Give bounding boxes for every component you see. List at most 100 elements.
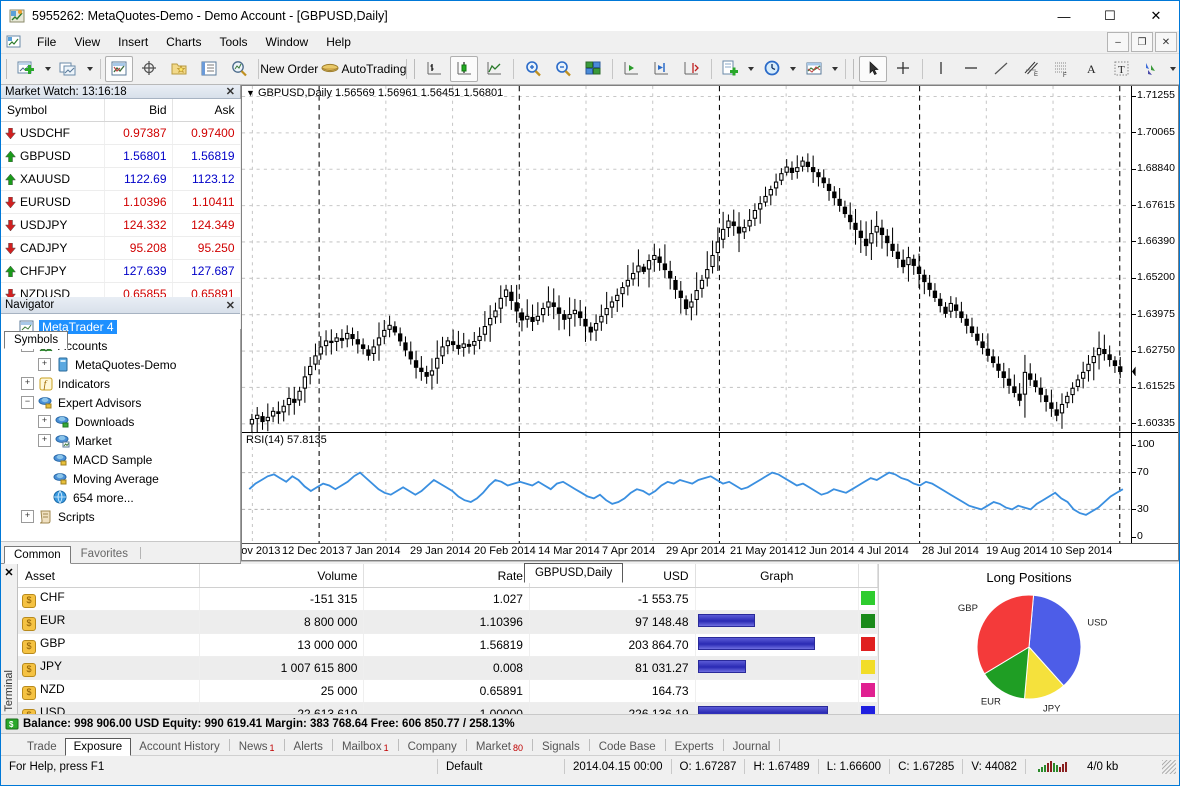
mdi-minimize-button[interactable]: – [1107,32,1129,52]
menu-item-charts[interactable]: Charts [157,32,210,52]
exposure-row[interactable]: $GBP13 000 0001.56819203 864.70 [18,634,878,657]
new-chart-dropdown-caret[interactable] [45,67,51,71]
navigator-tree-item[interactable]: Moving Average [4,469,240,488]
new-chart-icon[interactable] [13,56,41,82]
tab-common[interactable]: Common [4,546,71,564]
market-watch-row[interactable]: CADJPY95.20895.250 [1,237,240,260]
bar-chart-icon[interactable] [420,56,448,82]
menu-item-help[interactable]: Help [317,32,360,52]
expert-advisor-icon[interactable] [317,56,345,82]
navigator-tree-item[interactable]: +Downloads [4,412,240,431]
text-label-icon[interactable]: A [1078,56,1106,82]
market-watch-icon[interactable] [225,56,253,82]
cursor-icon[interactable] [859,56,887,82]
market-watch-row[interactable]: XAUUSD1122.691123.12 [1,168,240,191]
equidistant-channel-icon[interactable]: E [1018,56,1046,82]
terminal-tab-alerts[interactable]: Alerts [286,739,331,755]
navigator-tree-item[interactable]: +Market [4,431,240,450]
chart-date-axis[interactable]: 20 Nov 201312 Dec 20137 Jan 201429 Jan 2… [242,543,1178,560]
window-minimize-button[interactable]: — [1041,1,1087,31]
terminal-tab-exposure[interactable]: Exposure [65,738,132,756]
text-icon[interactable]: T [1108,56,1136,82]
zoom-in-icon[interactable] [519,56,547,82]
market-watch-symbol[interactable]: USDJPY [1,214,104,237]
market-watch-symbol[interactable]: XAUUSD [1,168,104,191]
exposure-col-rate[interactable]: Rate [364,564,530,588]
exposure-row[interactable]: $EUR8 800 0001.1039697 148.48 [18,611,878,634]
tree-expander-plus-icon[interactable]: + [21,510,34,523]
market-watch-close-icon[interactable]: ✕ [226,85,235,98]
connection-signal-icon[interactable] [1026,759,1079,774]
exposure-col-graph[interactable]: Graph [695,564,858,588]
shift-end-icon[interactable] [648,56,676,82]
indicators-icon[interactable] [800,56,828,82]
menu-item-file[interactable]: File [28,32,65,52]
tile-windows-icon[interactable] [579,56,607,82]
open-chart-dropdown-caret[interactable] [87,67,93,71]
templates-dropdown-caret[interactable] [748,67,754,71]
exposure-row[interactable]: $USD22 613 6191.00000226 136.19 [18,703,878,715]
menu-item-view[interactable]: View [65,32,109,52]
market-watch-symbol[interactable]: USDCHF [1,122,104,145]
terminal-close-icon[interactable]: ✕ [1,566,17,579]
market-watch-row[interactable]: GBPUSD1.568011.56819 [1,145,240,168]
mdi-restore-button[interactable]: ❐ [1131,32,1153,52]
open-chart-icon[interactable] [55,56,83,82]
chart-window[interactable]: ▼ GBPUSD,Daily 1.56569 1.56961 1.56451 1… [241,85,1179,561]
terminal-tab-mailbox[interactable]: Mailbox1 [334,739,397,755]
arrows-dropdown-caret[interactable] [1170,67,1176,71]
market-watch-row[interactable]: USDJPY124.332124.349 [1,214,240,237]
crosshair-target-icon[interactable] [135,56,163,82]
timeframes-icon[interactable] [758,56,786,82]
terminal-tab-journal[interactable]: Journal [725,739,779,755]
market-watch-symbol[interactable]: GBPUSD [1,145,104,168]
menu-item-tools[interactable]: Tools [211,32,257,52]
autotrading-button[interactable]: AutoTrading [347,56,402,82]
tree-expander-plus-icon[interactable]: + [38,415,51,428]
terminal-tab-signals[interactable]: Signals [534,739,588,755]
timeframes-dropdown-caret[interactable] [790,67,796,71]
price-chart-canvas[interactable] [242,86,1178,432]
window-close-button[interactable]: ✕ [1133,1,1179,31]
chart-collapse-caret[interactable]: ▼ [246,88,255,98]
tree-expander-plus-icon[interactable]: + [21,377,34,390]
terminal-tab-market[interactable]: Market80 [468,739,531,755]
resize-grip[interactable] [1162,760,1176,774]
toolbar-grip-3[interactable] [853,59,856,79]
terminal-tab-trade[interactable]: Trade [19,739,65,755]
navigator-tree-item[interactable]: +MetaQuotes-Demo [4,355,240,374]
vertical-line-icon[interactable] [928,56,956,82]
exposure-col-asset[interactable]: Asset [18,564,199,588]
navigator-tree-item[interactable]: 654 more... [4,488,240,507]
chart-tab-gbpusd-daily[interactable]: GBPUSD,Daily [524,563,623,583]
tab-favorites[interactable]: Favorites [71,545,138,563]
mdi-close-button[interactable]: ✕ [1155,32,1177,52]
exposure-col-volume[interactable]: Volume [199,564,364,588]
mw-col-bid[interactable]: Bid [104,99,172,122]
terminal-tab-news[interactable]: News1 [231,739,283,755]
navigator-tree-item[interactable]: MACD Sample [4,450,240,469]
rsi-indicator-subchart[interactable]: RSI(14) 57.8135 10070300 [242,432,1178,543]
mw-col-symbol[interactable]: Symbol [1,99,104,122]
status-profile[interactable]: Default [438,759,565,774]
indicators-dropdown-caret[interactable] [832,67,838,71]
market-watch-row[interactable]: CHFJPY127.639127.687 [1,260,240,283]
candlestick-chart-icon[interactable] [450,56,478,82]
tab-symbols[interactable]: Symbols [4,331,68,349]
terminal-tab-experts[interactable]: Experts [667,739,722,755]
data-window-icon[interactable] [195,56,223,82]
market-watch-row[interactable]: EURUSD1.103961.10411 [1,191,240,214]
tree-expander-plus-icon[interactable]: + [38,358,51,371]
toolbar-grip-2[interactable] [414,59,417,79]
navigator-tree-item[interactable]: +Scripts [4,507,240,526]
crosshair-icon[interactable] [889,56,917,82]
terminal-tab-code-base[interactable]: Code Base [591,739,664,755]
zoom-out-icon[interactable] [549,56,577,82]
fibonacci-icon[interactable]: F [1048,56,1076,82]
window-maximize-button[interactable]: ☐ [1087,1,1133,31]
tree-expander-plus-icon[interactable]: + [38,434,51,447]
templates-icon[interactable] [716,56,744,82]
navigator-close-icon[interactable]: ✕ [226,299,235,312]
mw-col-ask[interactable]: Ask [172,99,240,122]
auto-scroll-icon[interactable] [678,56,706,82]
